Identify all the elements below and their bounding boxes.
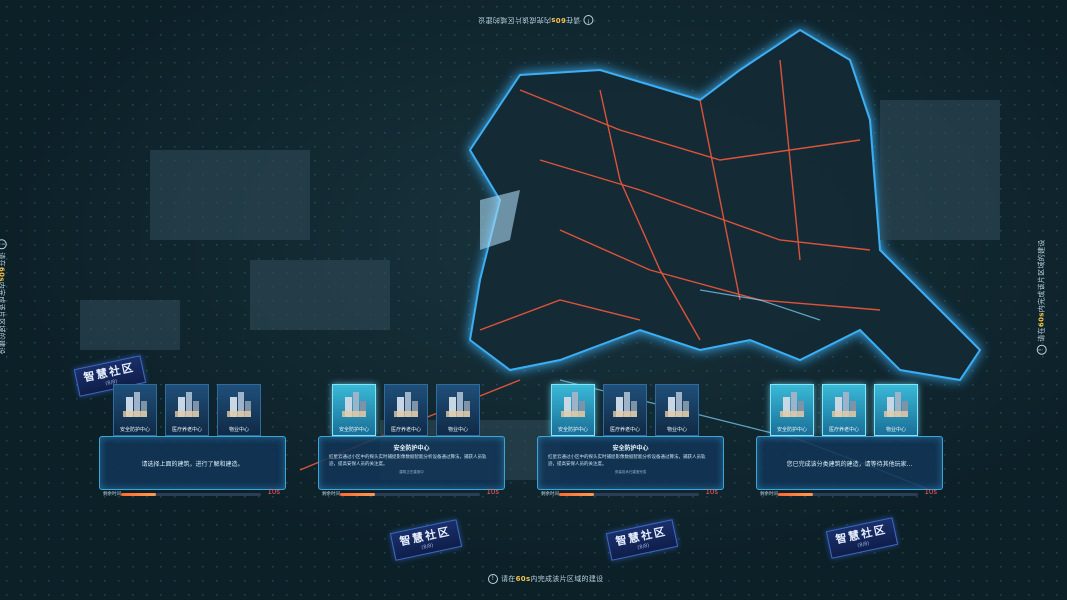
- panel-status: 建筑正在建造中: [399, 470, 424, 474]
- countdown-bar: 剩余时间 10s: [756, 488, 941, 500]
- hint-top: !请在60s内完成该片区域的建设: [478, 15, 594, 25]
- building-tile[interactable]: 医疗养老中心: [603, 384, 647, 436]
- countdown-fill: [340, 493, 375, 496]
- building-tile-label: 安全防护中心: [119, 427, 150, 433]
- countdown-fill: [778, 493, 813, 496]
- info-panel: 安全防护中心红星云通过小区中的探头实时捕捉影像数据智能分析设备通过算法，捕获人员…: [318, 436, 505, 490]
- panel-title: 安全防护中心: [612, 445, 649, 452]
- building-tile-label: 安全防护中心: [557, 427, 588, 433]
- hint-bottom: ! 请在60s内完成该片区域的建设: [488, 574, 603, 584]
- building-tile-label: 医疗养老中心: [390, 427, 421, 433]
- building-icon: [665, 392, 689, 417]
- info-panel: 请选择上面的建筑，进行了解和建造。: [99, 436, 286, 490]
- building-tile[interactable]: 安全防护中心: [770, 384, 814, 436]
- panel-status: 安装技术已建造完成: [614, 470, 647, 474]
- building-icon: [780, 392, 804, 417]
- building-tile-label: 医疗养老中心: [609, 427, 640, 433]
- countdown-label: 剩余时间: [103, 492, 121, 497]
- countdown-label: 剩余时间: [760, 492, 778, 497]
- build-card: 安全防护中心 医疗养老中心 物业中心您已完成该分类建筑的建造，请等待其他玩家... 剩…: [756, 384, 943, 502]
- panel-title: 安全防护中心: [393, 445, 430, 452]
- building-icon: [884, 392, 908, 417]
- building-tile-label: 医疗养老中心: [171, 427, 202, 433]
- countdown-fill: [121, 493, 156, 496]
- building-tile-label: 物业中心: [228, 427, 249, 433]
- game-screen: !请在60s内完成该片区域的建设 !请在60s内完成该片区域的建设 !请在60s…: [0, 0, 1067, 600]
- countdown-seconds: 10s: [924, 488, 937, 496]
- countdown-label: 剩余时间: [541, 492, 559, 497]
- building-tile[interactable]: 安全防护中心: [551, 384, 595, 436]
- building-tile[interactable]: 医疗养老中心: [822, 384, 866, 436]
- panel-description: 红星云通过小区中的探头实时捕捉影像数据智能分析设备通过算法，捕获人员轨迹，提高安…: [329, 455, 487, 467]
- hint-left: !请在60s内完成该片区域的建设: [0, 239, 7, 355]
- countdown-seconds: 10s: [705, 488, 718, 496]
- building-tile-label: 物业中心: [666, 427, 687, 433]
- countdown-seconds: 10s: [486, 488, 499, 496]
- building-tile-label: 物业中心: [885, 427, 906, 433]
- building-icon: [561, 392, 585, 417]
- building-tiles: 安全防护中心 医疗养老中心 物业中心: [551, 384, 711, 444]
- panel-description: 红星云通过小区中的探头实时捕捉影像数据智能分析设备通过算法，捕获人员轨迹，提高安…: [548, 455, 706, 467]
- building-icon: [227, 392, 251, 417]
- countdown-track: [778, 493, 918, 496]
- building-tile[interactable]: 医疗养老中心: [165, 384, 209, 436]
- building-tiles: 安全防护中心 医疗养老中心 物业中心: [770, 384, 930, 444]
- building-icon: [175, 392, 199, 417]
- building-tiles: 安全防护中心 医疗养老中心 物业中心: [332, 384, 492, 444]
- panel-message: 您已完成该分类建筑的建造，请等待其他玩家...: [786, 461, 913, 468]
- building-icon: [123, 392, 147, 417]
- countdown-seconds: 10s: [267, 488, 280, 496]
- building-tile[interactable]: 安全防护中心: [113, 384, 157, 436]
- hint-right: !请在60s内完成该片区域的建设: [1036, 239, 1047, 355]
- building-tile[interactable]: 安全防护中心: [332, 384, 376, 436]
- building-icon: [342, 392, 366, 417]
- building-tile[interactable]: 物业中心: [217, 384, 261, 436]
- build-card: 安全防护中心 医疗养老中心 物业中心请选择上面的建筑，进行了解和建造。剩余时间 10s: [99, 384, 286, 502]
- info-panel: 您已完成该分类建筑的建造，请等待其他玩家...: [756, 436, 943, 490]
- building-tiles: 安全防护中心 医疗养老中心 物业中心: [113, 384, 273, 444]
- building-tile[interactable]: 物业中心: [436, 384, 480, 436]
- panel-message: 请选择上面的建筑，进行了解和建造。: [141, 461, 244, 468]
- building-icon: [832, 392, 856, 417]
- countdown-bar: 剩余时间 10s: [318, 488, 503, 500]
- build-card: 安全防护中心 医疗养老中心 物业中心 安全防护中心 红星云通过小区中的探头实时捕捉影像数…: [537, 384, 724, 502]
- countdown-track: [340, 493, 480, 496]
- countdown-bar: 剩余时间 10s: [99, 488, 284, 500]
- info-panel: 安全防护中心红星云通过小区中的探头实时捕捉影像数据智能分析设备通过算法，捕获人员…: [537, 436, 724, 490]
- countdown-bar: 剩余时间 10s: [537, 488, 722, 500]
- countdown-track: [121, 493, 261, 496]
- building-tile[interactable]: 物业中心: [874, 384, 918, 436]
- countdown-label: 剩余时间: [322, 492, 340, 497]
- building-tile[interactable]: 医疗养老中心: [384, 384, 428, 436]
- city-map: [0, 0, 1067, 600]
- build-card: 安全防护中心 医疗养老中心 物业中心 安全防护中心 红星云通过小区中的探头实时捕捉影像数…: [318, 384, 505, 502]
- building-tile-label: 安全防护中心: [776, 427, 807, 433]
- building-icon: [446, 392, 470, 417]
- building-tile-label: 安全防护中心: [338, 427, 369, 433]
- building-tile-label: 物业中心: [447, 427, 468, 433]
- building-tile-label: 医疗养老中心: [828, 427, 859, 433]
- countdown-track: [559, 493, 699, 496]
- building-icon: [394, 392, 418, 417]
- countdown-fill: [559, 493, 594, 496]
- building-tile[interactable]: 物业中心: [655, 384, 699, 436]
- building-icon: [613, 392, 637, 417]
